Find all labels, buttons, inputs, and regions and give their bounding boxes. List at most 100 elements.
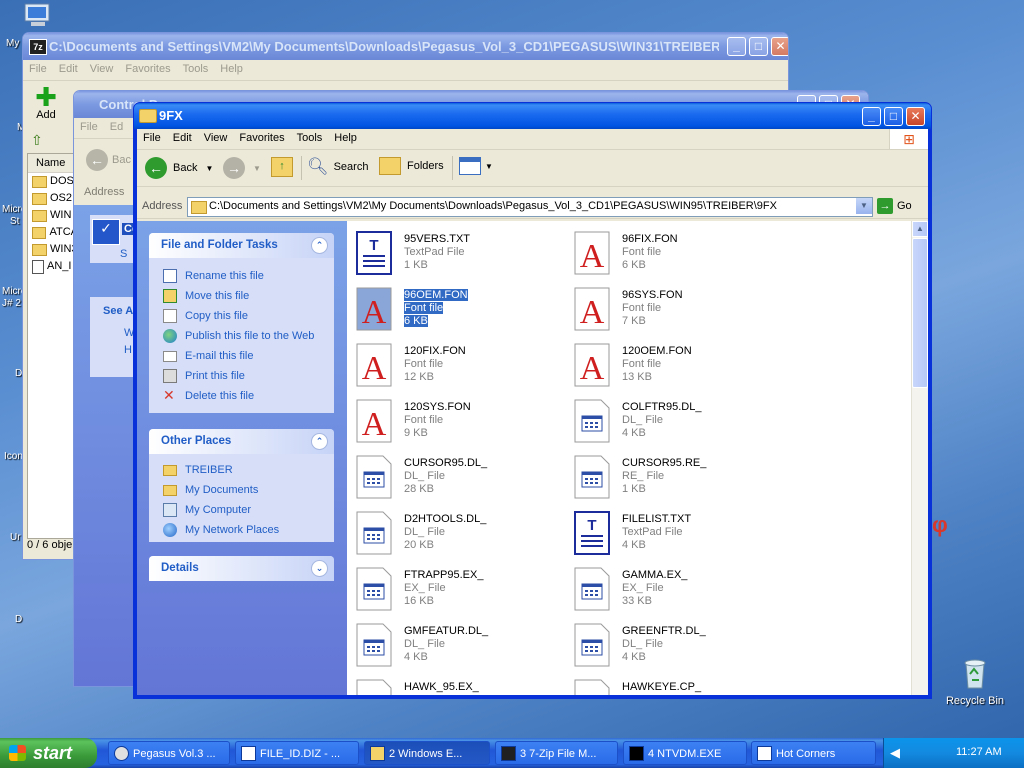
menu-tools[interactable]: Tools bbox=[291, 129, 329, 144]
email-file-link[interactable]: E-mail this file bbox=[149, 346, 334, 366]
vertical-scrollbar[interactable]: ▲ bbox=[911, 221, 928, 695]
rename-file-link[interactable]: Rename this file bbox=[149, 266, 334, 286]
taskbar-button[interactable]: 2 Windows E... bbox=[364, 741, 490, 765]
file-item[interactable]: A 120FIX.FON Font file 12 KB bbox=[347, 339, 562, 391]
taskbar-button[interactable]: FILE_ID.DIZ - ... bbox=[235, 741, 359, 765]
file-folder-tasks-header[interactable]: File and Folder Tasks ⌃ bbox=[149, 233, 334, 258]
menu-file[interactable]: File bbox=[23, 60, 53, 75]
menu-view[interactable]: View bbox=[84, 60, 120, 75]
scroll-thumb[interactable] bbox=[912, 238, 928, 388]
list-item[interactable]: AN_I bbox=[28, 258, 78, 275]
taskbar-button[interactable]: Hot Corners bbox=[751, 741, 876, 765]
menu-edit[interactable]: Edit bbox=[167, 129, 198, 144]
publish-web-link[interactable]: Publish this file to the Web bbox=[149, 326, 334, 346]
tray-volume-icon[interactable]: ◀ bbox=[890, 745, 900, 761]
collapse-chevron-icon[interactable]: ⌃ bbox=[311, 433, 328, 450]
taskbar-button[interactable]: 4 NTVDM.EXE bbox=[623, 741, 747, 765]
file-item[interactable]: HAWKEYE.CP_CP_ File bbox=[565, 675, 780, 695]
file-item[interactable]: A 96SYS.FON Font file 7 KB bbox=[565, 283, 780, 335]
place-treiber-link[interactable]: TREIBER bbox=[149, 460, 334, 480]
taskbar-button[interactable]: Pegasus Vol.3 ... bbox=[108, 741, 230, 765]
menu-tools[interactable]: Tools bbox=[177, 60, 215, 75]
list-item[interactable]: OS2 bbox=[28, 190, 78, 207]
scroll-up-button[interactable]: ▲ bbox=[912, 221, 928, 237]
7zip-file-list[interactable]: Name DOS OS2 WIN ATCA WIN3 AN_I bbox=[27, 153, 79, 539]
forward-dropdown-icon[interactable]: ▼ bbox=[253, 164, 261, 173]
address-dropdown-button[interactable]: ▼ bbox=[856, 198, 872, 214]
file-item[interactable]: GREENFTR.DL_ DL_ File 4 KB bbox=[565, 619, 780, 671]
menu-favorites[interactable]: Favorites bbox=[119, 60, 176, 75]
7zip-title-bar[interactable]: 7z C:\Documents and Settings\VM2\My Docu… bbox=[23, 33, 788, 60]
maximize-button[interactable]: □ bbox=[749, 37, 768, 56]
my-computer-desktop-icon[interactable] bbox=[20, 2, 56, 30]
menu-help[interactable]: Help bbox=[214, 60, 249, 75]
list-item[interactable]: WIN bbox=[28, 207, 78, 224]
explorer-window-9fx[interactable]: 9FX _ □ ✕ File Edit View Favorites Tools Help… bbox=[133, 102, 932, 699]
minimize-button[interactable]: _ bbox=[727, 37, 746, 56]
menu-file[interactable]: File bbox=[137, 129, 167, 144]
file-item[interactable]: CURSOR95.DL_ DL_ File 28 KB bbox=[347, 451, 562, 503]
7zip-up-icon[interactable]: ⇧ bbox=[31, 132, 43, 149]
address-field[interactable]: C:\Documents and Settings\VM2\My Documen… bbox=[187, 197, 873, 217]
menu-view[interactable]: View bbox=[198, 129, 234, 144]
control-panel-back-button[interactable]: ← Bac bbox=[86, 149, 131, 171]
see-also-help[interactable]: H bbox=[90, 339, 134, 356]
close-button[interactable]: ✕ bbox=[771, 37, 788, 56]
list-item[interactable]: DOS bbox=[28, 173, 78, 190]
menu-help[interactable]: Help bbox=[328, 129, 363, 144]
recycle-bin[interactable]: Recycle Bin bbox=[942, 656, 1008, 707]
file-item[interactable]: A 96FIX.FON Font file 6 KB bbox=[565, 227, 780, 279]
file-item[interactable]: A 96OEM.FON Font file 6 KB bbox=[347, 283, 562, 335]
file-item[interactable]: A 120OEM.FON Font file 13 KB bbox=[565, 339, 780, 391]
menu-favorites[interactable]: Favorites bbox=[233, 129, 290, 144]
file-item[interactable]: HAWK_95.EX_EX_ File bbox=[347, 675, 562, 695]
7zip-add-button[interactable]: ✚ Add bbox=[29, 84, 63, 121]
delete-file-link[interactable]: ✕ Delete this file bbox=[149, 386, 334, 406]
menu-file[interactable]: File bbox=[74, 118, 104, 133]
maximize-button[interactable]: □ bbox=[884, 107, 903, 126]
see-also-windows-update[interactable]: W bbox=[90, 317, 134, 339]
search-button[interactable]: 🔍︎ Search bbox=[307, 157, 368, 177]
collapse-chevron-icon[interactable]: ⌃ bbox=[311, 237, 328, 254]
go-button[interactable]: → Go bbox=[877, 198, 912, 214]
place-network-link[interactable]: My Network Places bbox=[149, 520, 334, 540]
list-item[interactable]: ATCA bbox=[28, 224, 78, 241]
file-item[interactable]: A 120SYS.FON Font file 9 KB bbox=[347, 395, 562, 447]
expand-chevron-icon[interactable]: ⌄ bbox=[311, 560, 328, 577]
file-folder-tasks-panel: File and Folder Tasks ⌃ Rename this file… bbox=[149, 233, 334, 413]
back-button[interactable]: ← Back ▼ bbox=[145, 157, 213, 179]
control-panel-switch-view-link[interactable]: S bbox=[120, 248, 127, 260]
menu-edit[interactable]: Edit bbox=[53, 60, 84, 75]
views-button[interactable]: ▼ bbox=[459, 157, 493, 175]
print-file-link[interactable]: Print this file bbox=[149, 366, 334, 386]
explorer-title-bar[interactable]: 9FX _ □ ✕ bbox=[134, 103, 931, 129]
file-item[interactable]: CURSOR95.RE_ RE_ File 1 KB bbox=[565, 451, 780, 503]
copy-file-link[interactable]: Copy this file bbox=[149, 306, 334, 326]
file-item[interactable]: GAMMA.EX_ EX_ File 33 KB bbox=[565, 563, 780, 615]
menu-edit[interactable]: Ed bbox=[104, 118, 129, 133]
column-header-name[interactable]: Name bbox=[28, 154, 78, 173]
file-name: CURSOR95.DL_ bbox=[404, 457, 488, 469]
file-item[interactable]: T 95VERS.TXT TextPad File 1 KB bbox=[347, 227, 562, 279]
minimize-button[interactable]: _ bbox=[862, 107, 881, 126]
file-item[interactable]: D2HTOOLS.DL_ DL_ File 20 KB bbox=[347, 507, 562, 559]
list-item[interactable]: WIN3 bbox=[28, 241, 78, 258]
details-header[interactable]: Details ⌄ bbox=[149, 556, 334, 581]
file-item[interactable]: T FILELIST.TXT TextPad File 4 KB bbox=[565, 507, 780, 559]
control-panel-left-pane: ✓ Co S See A W H bbox=[74, 205, 141, 686]
start-button[interactable]: start bbox=[0, 738, 97, 768]
file-item[interactable]: GMFEATUR.DL_ DL_ File 4 KB bbox=[347, 619, 562, 671]
move-file-link[interactable]: Move this file bbox=[149, 286, 334, 306]
other-places-header[interactable]: Other Places ⌃ bbox=[149, 429, 334, 454]
place-my-computer-link[interactable]: My Computer bbox=[149, 500, 334, 520]
file-item[interactable]: COLFTR95.DL_ DL_ File 4 KB bbox=[565, 395, 780, 447]
close-button[interactable]: ✕ bbox=[906, 107, 925, 126]
file-list-area[interactable]: T 95VERS.TXT TextPad File 1 KB A 96FIX.FON Fon… bbox=[347, 221, 912, 695]
up-folder-button[interactable]: ↑ bbox=[271, 157, 293, 177]
folders-button[interactable]: Folders bbox=[379, 157, 444, 175]
taskbar-button[interactable]: 3 7-Zip File M... bbox=[495, 741, 618, 765]
back-dropdown-icon[interactable]: ▼ bbox=[205, 164, 213, 173]
forward-button[interactable]: → ▼ bbox=[223, 157, 261, 179]
file-item[interactable]: FTRAPP95.EX_ EX_ File 16 KB bbox=[347, 563, 562, 615]
place-my-documents-link[interactable]: My Documents bbox=[149, 480, 334, 500]
